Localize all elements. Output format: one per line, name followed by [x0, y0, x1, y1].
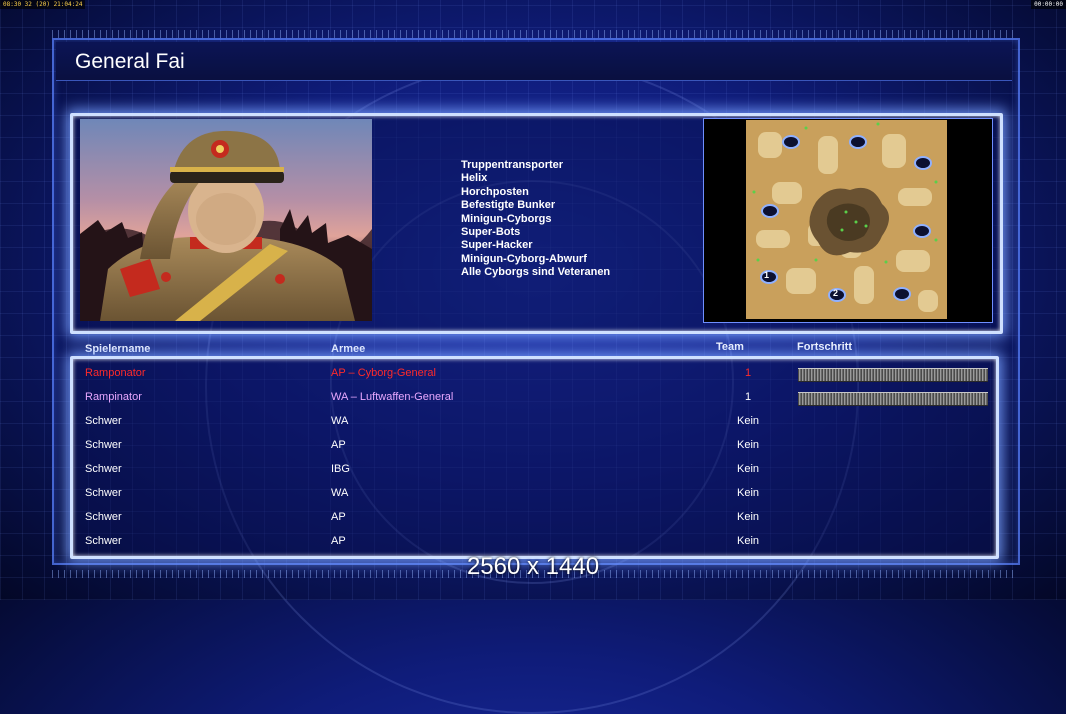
column-header-team: Team — [716, 341, 744, 353]
player-row: Schwer WA Kein — [0, 409, 1066, 433]
player-row: Schwer IBG Kein — [0, 457, 1066, 481]
general-features-list: Truppentransporter Helix Horchposten Bef… — [461, 159, 610, 280]
feature-item: Helix — [461, 172, 488, 185]
player-row: Schwer WA Kein — [0, 481, 1066, 505]
player-progress-bar — [798, 392, 988, 406]
general-portrait-art — [80, 130, 372, 321]
minimap-terrain — [746, 120, 947, 319]
player-row: Schwer AP Kein — [0, 433, 1066, 457]
player-progress-bar — [798, 368, 988, 382]
player-name: Schwer — [85, 439, 122, 451]
player-team: Kein — [736, 415, 760, 427]
minimap[interactable]: 1 2 — [746, 120, 947, 319]
feature-item: Horchposten — [461, 185, 529, 198]
player-army: IBG — [331, 463, 350, 475]
player-name: Schwer — [85, 415, 122, 427]
player-name: Schwer — [85, 535, 122, 547]
resolution-watermark: 2560 x 1440 — [466, 553, 600, 580]
player-name: Ramponator — [85, 367, 146, 379]
player-name: Schwer — [85, 463, 122, 475]
feature-item: Minigun-Cyborg-Abwurf — [461, 252, 587, 265]
player-team: 1 — [744, 391, 752, 403]
player-team: Kein — [736, 535, 760, 547]
feature-item: Super-Bots — [461, 226, 521, 239]
general-portrait — [80, 119, 372, 321]
player-team: Kein — [736, 439, 760, 451]
minimap-start-label-2: 2 — [833, 288, 839, 298]
player-army: AP — [331, 535, 346, 547]
player-row: Schwer AP Kein — [0, 505, 1066, 529]
player-row: Rampinator WA – Luftwaffen-General 1 — [0, 385, 1066, 409]
player-army: WA — [331, 487, 349, 499]
hud-clock-right: 00:00:00 — [1031, 0, 1066, 9]
minimap-start-label-1: 1 — [764, 270, 770, 280]
hud-clock-left: 08:30 32 (20) 21:04:24 — [0, 0, 86, 9]
player-army: AP — [331, 511, 346, 523]
player-team: Kein — [736, 463, 760, 475]
ruler-top — [52, 30, 1014, 38]
title-bar — [56, 42, 1012, 81]
player-name: Schwer — [85, 487, 122, 499]
player-team: 1 — [744, 367, 752, 379]
player-name: Schwer — [85, 511, 122, 523]
player-army: AP – Cyborg-General — [331, 367, 436, 379]
column-header-player: Spielername — [85, 343, 151, 355]
feature-item: Befestigte Bunker — [461, 199, 556, 212]
player-army: AP — [331, 439, 346, 451]
general-title: General Fai — [75, 50, 185, 73]
column-header-progress: Fortschritt — [797, 341, 852, 353]
player-row: Ramponator AP – Cyborg-General 1 — [0, 361, 1066, 385]
player-army: WA – Luftwaffen-General — [331, 391, 454, 403]
feature-item: Minigun-Cyborgs — [461, 212, 552, 225]
player-army: WA — [331, 415, 349, 427]
player-team: Kein — [736, 511, 760, 523]
column-header-army: Armee — [331, 343, 366, 355]
feature-item: Truppentransporter — [461, 159, 564, 171]
player-row: Schwer AP Kein — [0, 529, 1066, 553]
feature-item: Alle Cyborgs sind Veteranen — [461, 266, 611, 279]
player-name: Rampinator — [85, 391, 142, 403]
player-team: Kein — [736, 487, 760, 499]
feature-item: Super-Hacker — [461, 239, 533, 252]
